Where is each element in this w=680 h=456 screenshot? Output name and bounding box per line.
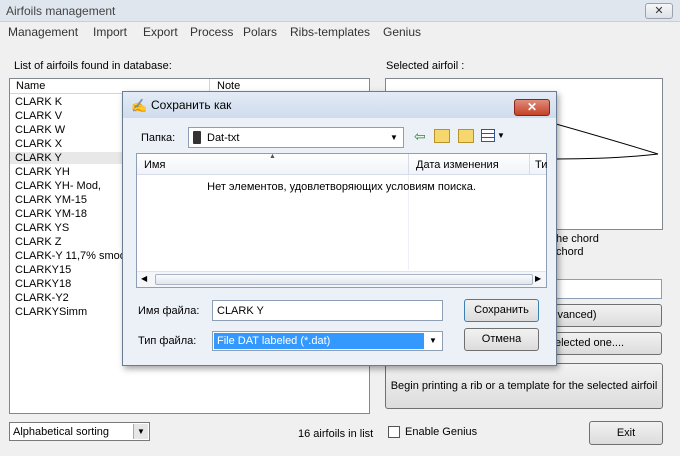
- chord-text-2: chord: [556, 246, 584, 258]
- new-folder-icon[interactable]: [458, 129, 474, 143]
- airfoil-outline: [555, 123, 659, 160]
- exit-button[interactable]: Exit: [589, 421, 663, 445]
- chord-text-1: he chord: [556, 233, 599, 245]
- chevron-down-icon[interactable]: ▼: [386, 129, 402, 146]
- file-list-header: ▲ Имя Дата изменения Ти: [137, 153, 547, 175]
- dialog-title: Сохранить как: [151, 98, 232, 112]
- sort-select[interactable]: Alphabetical sorting ▼: [9, 422, 150, 441]
- sort-select-value: Alphabetical sorting: [13, 426, 110, 438]
- filetype-value: File DAT labeled (*.dat): [217, 335, 331, 347]
- column-header-name-label: Name: [16, 80, 46, 92]
- right-input[interactable]: [540, 279, 662, 299]
- menu-management[interactable]: Management: [8, 25, 78, 39]
- dialog-titlebar: ✍ Сохранить как ✕: [123, 92, 556, 118]
- window-title: Airfoils management: [6, 4, 116, 18]
- menu-polars[interactable]: Polars: [243, 25, 277, 39]
- back-arrow-icon[interactable]: ⇦: [414, 128, 426, 145]
- scroll-left-icon[interactable]: ◀: [141, 274, 147, 283]
- menu-export[interactable]: Export: [143, 25, 178, 39]
- filetype-select[interactable]: File DAT labeled (*.dat) ▼: [212, 331, 443, 351]
- filename-value: CLARK Y: [217, 305, 264, 317]
- enable-genius-label: Enable Genius: [405, 426, 478, 438]
- up-folder-icon[interactable]: [434, 129, 450, 143]
- save-as-dialog: ✍ Сохранить как ✕ Папка: Dat-txt ▼ ⇦ ▼ ▲…: [122, 91, 557, 366]
- menu-import[interactable]: Import: [93, 25, 127, 39]
- filename-input[interactable]: CLARK Y: [212, 300, 443, 321]
- chevron-down-icon[interactable]: ▼: [425, 333, 441, 349]
- pen-icon: ✍: [131, 98, 148, 113]
- advanced-button[interactable]: lvanced): [540, 304, 662, 327]
- col-name[interactable]: Имя: [144, 159, 165, 171]
- selected-one-button[interactable]: elected one....: [540, 332, 662, 355]
- folder-value: Dat-txt: [207, 132, 240, 144]
- menu-genius[interactable]: Genius: [383, 25, 421, 39]
- chevron-down-icon[interactable]: ▼: [133, 424, 148, 439]
- header-divider: [408, 154, 409, 175]
- airfoil-list-label: List of airfoils found in database:: [14, 60, 172, 72]
- view-menu-icon[interactable]: [481, 129, 495, 142]
- dialog-close-button[interactable]: ✕: [514, 99, 550, 116]
- enable-genius-checkbox[interactable]: [388, 426, 400, 438]
- folder-select[interactable]: Dat-txt ▼: [188, 127, 404, 148]
- filetype-label: Тип файла:: [138, 335, 197, 347]
- file-list: ▲ Имя Дата изменения Ти Нет элементов, у…: [136, 153, 547, 288]
- print-rib-button[interactable]: Begin printing a rib or a template for t…: [385, 363, 663, 409]
- filename-label: Имя файла:: [138, 305, 200, 317]
- menubar: Management Import Export Process Polars …: [0, 22, 680, 42]
- col-type[interactable]: Ти: [535, 159, 547, 171]
- empty-message: Нет элементов, удовлетворяющих условиям …: [207, 181, 476, 193]
- sort-up-icon: ▲: [269, 153, 276, 160]
- view-chevron-icon[interactable]: ▼: [497, 131, 505, 140]
- folder-label: Папка:: [141, 132, 176, 144]
- window-close-button[interactable]: ✕: [645, 3, 673, 19]
- menu-process[interactable]: Process: [190, 25, 233, 39]
- menu-ribs-templates[interactable]: Ribs-templates: [290, 25, 370, 39]
- scroll-thumb[interactable]: [155, 274, 533, 285]
- airfoil-count: 16 airfoils in list: [298, 428, 374, 440]
- scroll-right-icon[interactable]: ▶: [535, 274, 541, 283]
- cancel-button[interactable]: Отмена: [464, 328, 539, 351]
- col-date[interactable]: Дата изменения: [416, 159, 499, 171]
- selected-airfoil-label: Selected airfoil :: [386, 60, 465, 72]
- window-titlebar: Airfoils management ✕: [0, 0, 680, 22]
- header-divider-2: [529, 154, 530, 175]
- folder-icon: [193, 131, 201, 144]
- save-button[interactable]: Сохранить: [464, 299, 539, 322]
- horizontal-scrollbar[interactable]: ◀ ▶: [137, 271, 546, 287]
